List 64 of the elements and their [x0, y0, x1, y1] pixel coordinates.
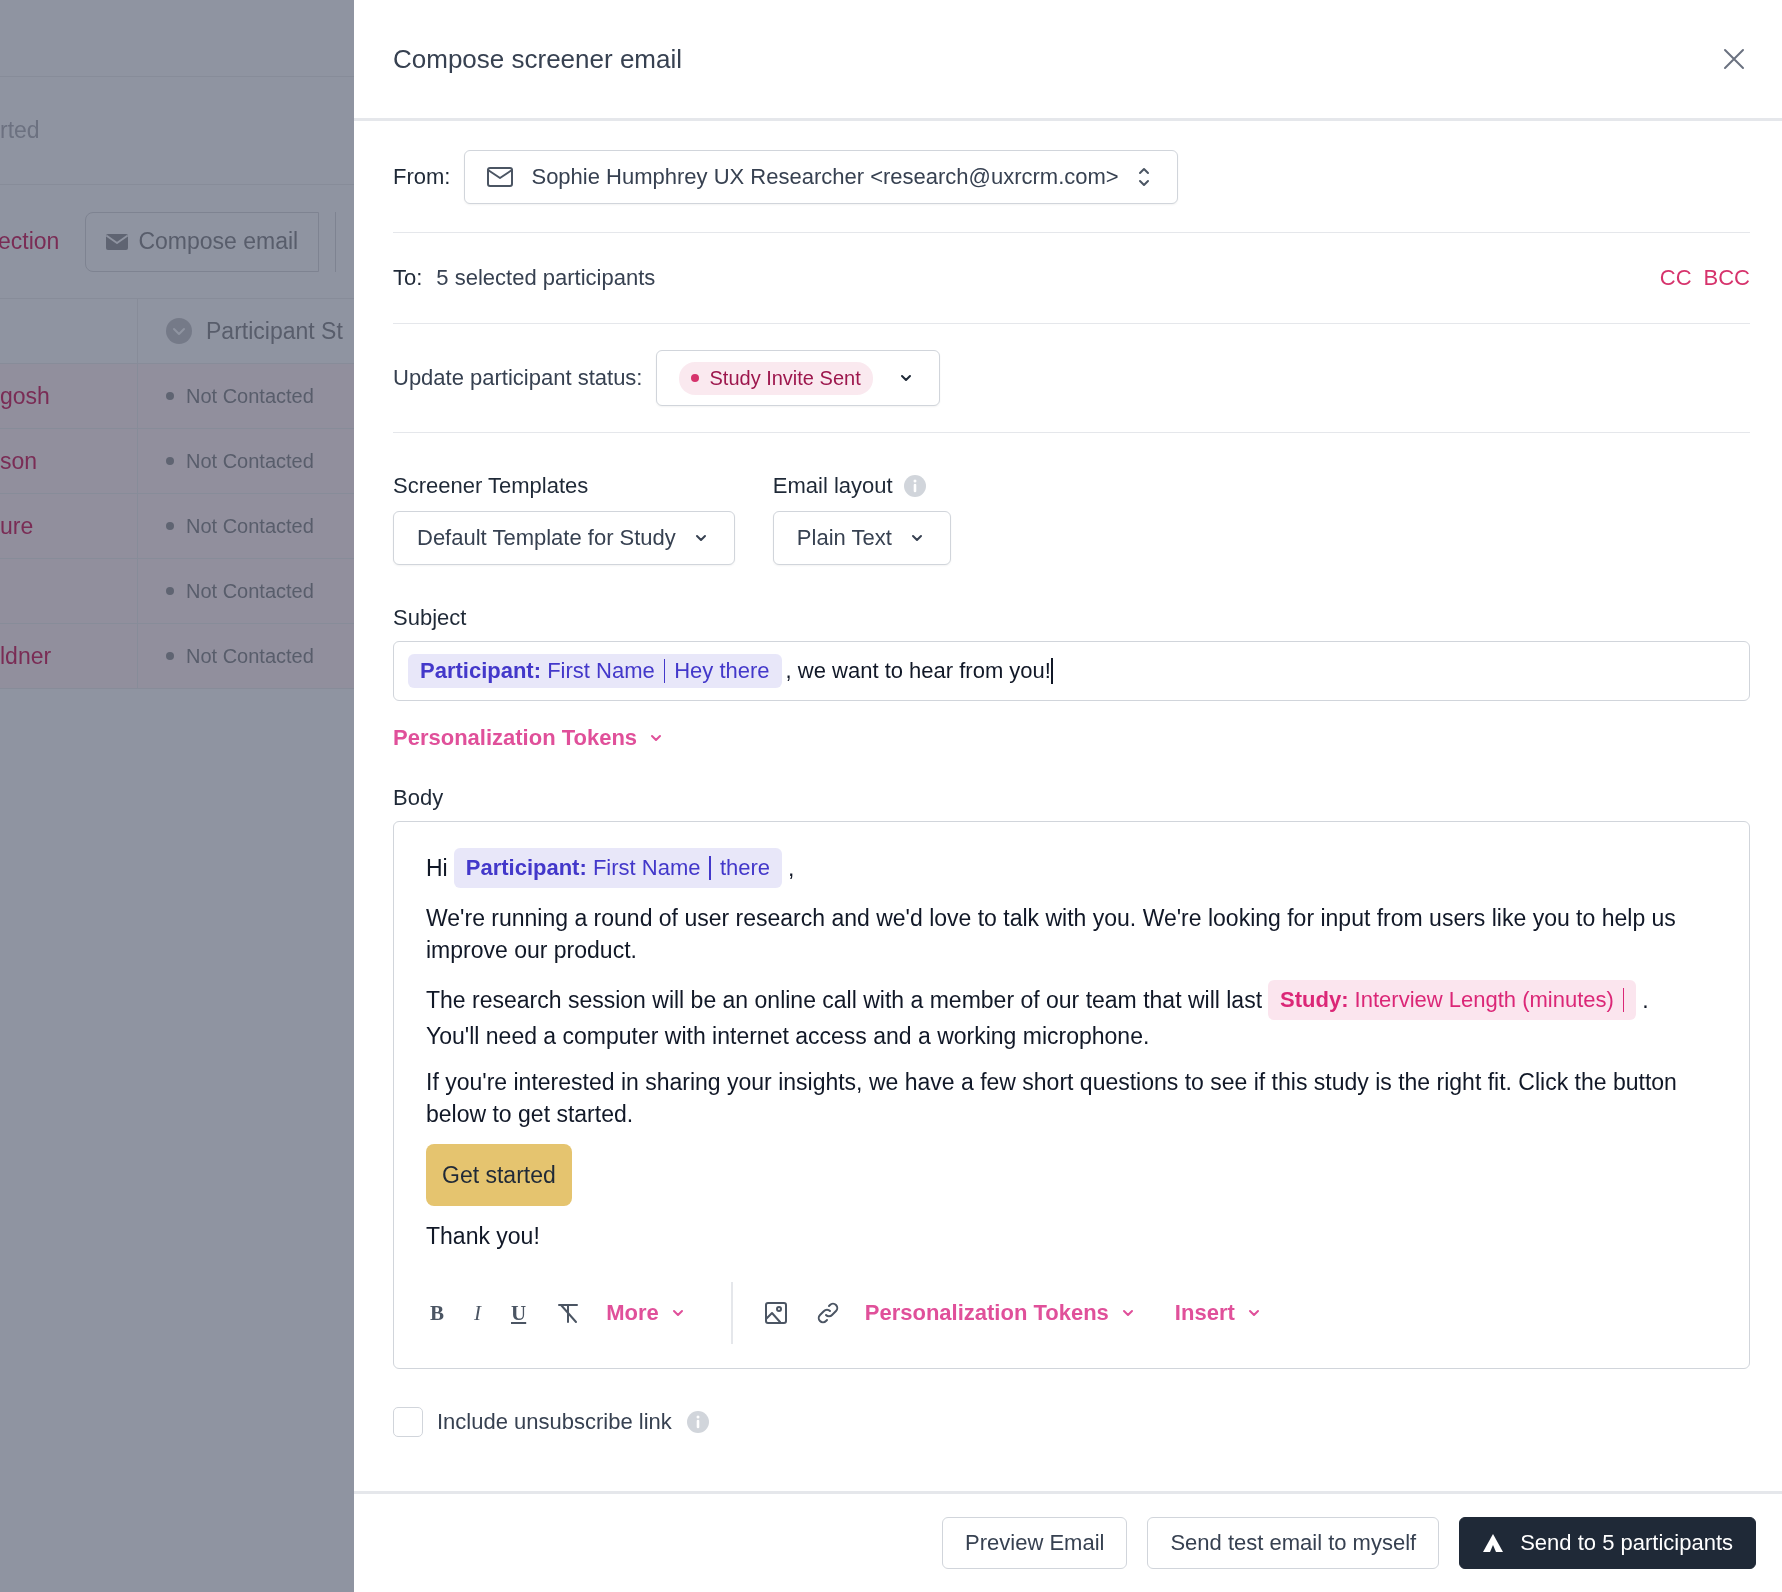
toolbar-dropdown[interactable]: Personalization Tokens	[864, 1300, 1135, 1326]
field-label: Body	[393, 785, 445, 811]
personalization-token[interactable]: Participant: First Name Hey there	[408, 654, 782, 688]
checkbox-label: Include unsubscribe link	[437, 1409, 672, 1435]
body-text: We're running a round of user research and we'd love to talk with you. We're looking for input from users like you to help us improve our product.	[426, 904, 1677, 965]
field-label: Subject	[393, 605, 468, 631]
triangle-icon	[1482, 1533, 1505, 1553]
toolbar-dropdown[interactable]: Insert	[1174, 1300, 1261, 1326]
subject-field[interactable]: Participant: First Name Hey there , we want to hear from you!	[393, 641, 1750, 701]
text-cursor	[1050, 658, 1053, 684]
envelope-icon	[487, 166, 514, 187]
recipient-link[interactable]: BCC	[1703, 265, 1750, 291]
checkbox[interactable]	[393, 1407, 423, 1437]
status-dot	[166, 652, 174, 660]
info-icon	[902, 474, 927, 498]
body-text: Thank you!	[426, 1222, 540, 1251]
envelope-icon	[106, 232, 129, 251]
recipient-link[interactable]: CC	[1659, 265, 1692, 291]
close-icon	[1722, 47, 1746, 71]
body-text: You'll need a computer with internet access and a working microphone.	[426, 1022, 1150, 1051]
status-text: Not Contacted	[186, 449, 314, 473]
link-icon	[816, 1302, 839, 1324]
send-button[interactable]: Send to 5 participants	[1459, 1517, 1756, 1569]
personalization-token[interactable]: Participant: First Name there	[453, 848, 783, 888]
info-icon	[685, 1410, 710, 1434]
format-button[interactable]: B	[426, 1300, 448, 1326]
body-text: Hi	[426, 854, 448, 883]
footer-button[interactable]: Send test email to myself	[1147, 1517, 1440, 1569]
status-text: Not Contacted	[186, 384, 314, 408]
status-select[interactable]: Study Invite Sent	[656, 350, 940, 406]
chevron-circle-icon	[166, 318, 192, 344]
subject-text: , we want to hear from you!	[785, 658, 1051, 684]
body-text: ,	[788, 854, 795, 883]
field-label: From:	[393, 163, 451, 190]
image-icon	[764, 1302, 787, 1324]
status-text: Not Contacted	[186, 514, 314, 538]
body-editor[interactable]	[393, 821, 1750, 1369]
footer-button[interactable]: Preview Email	[942, 1517, 1128, 1569]
clear-format-icon	[556, 1302, 581, 1324]
field-label: Screener Templates	[393, 473, 589, 499]
body-text: If you're interested in sharing your insights, we have a few short questions to see if this study is the right fit. Click the button below to get started.	[426, 1068, 1678, 1129]
recipients-text: 5 selected participants	[436, 265, 656, 291]
format-button[interactable]: I	[470, 1300, 485, 1326]
body-text: The research session will be an online call with a member of our team that will last	[426, 986, 1263, 1015]
tokens-dropdown[interactable]: Personalization Tokens	[393, 725, 664, 751]
dialog-title: Compose screener email	[393, 43, 682, 75]
template-select[interactable]: Default Template for Study	[393, 511, 735, 565]
personalization-token[interactable]: Study: Interview Length (minutes)	[1268, 980, 1637, 1020]
status-label: Study Invite Sent	[709, 366, 861, 390]
field-label: Email layout	[772, 473, 893, 499]
status-dot	[166, 392, 174, 400]
field-label: Update participant status:	[393, 365, 643, 391]
toolbar-dropdown[interactable]: More	[606, 1300, 685, 1326]
status-dot	[166, 587, 174, 595]
status-text: Not Contacted	[186, 644, 314, 668]
status-dot	[166, 457, 174, 465]
status-dot	[166, 522, 174, 530]
format-button[interactable]: U	[507, 1300, 531, 1326]
sender-select[interactable]: Sophie Humphrey UX Researcher <research@uxrcrm.com>	[464, 149, 1178, 204]
get-started-button[interactable]: Get started	[426, 1144, 572, 1206]
status-text: Not Contacted	[186, 579, 314, 603]
layout-select[interactable]: Plain Text	[772, 511, 951, 565]
body-text: .	[1642, 986, 1649, 1015]
field-label: To:	[393, 265, 423, 291]
